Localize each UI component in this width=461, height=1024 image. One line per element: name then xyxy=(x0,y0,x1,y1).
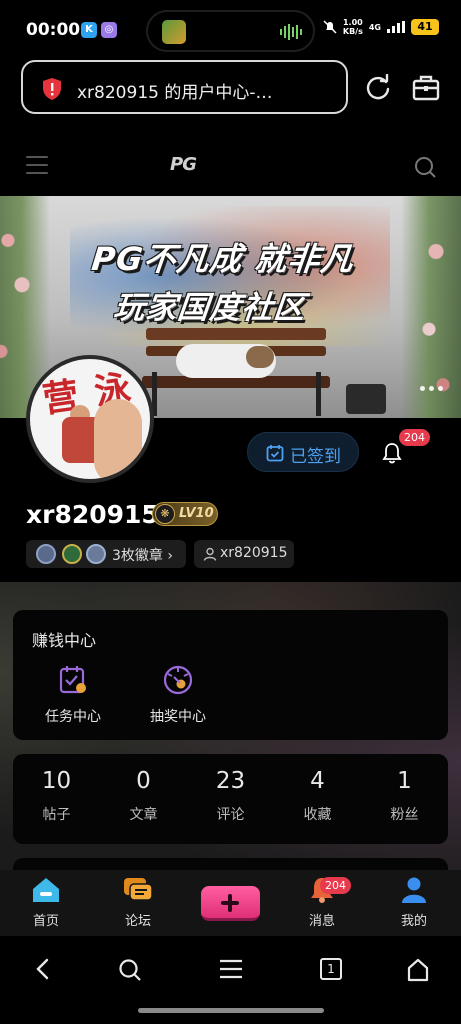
site-logo[interactable]: PG xyxy=(170,154,197,175)
back-icon[interactable] xyxy=(34,958,52,980)
banner-slogan-1: PG不凡成 就非凡 xyxy=(89,240,356,278)
badges-button[interactable]: 3枚徽章 › xyxy=(26,540,186,568)
tab-forum-label: 论坛 xyxy=(124,914,151,929)
task-center-button[interactable]: 任务中心 xyxy=(23,664,123,726)
media-app-icon xyxy=(162,20,186,44)
task-icon xyxy=(59,666,86,694)
avatar[interactable]: 营 泳 xyxy=(26,355,154,483)
level-badge[interactable]: ❋ LV10 xyxy=(152,502,218,526)
more-dots-icon[interactable] xyxy=(420,386,443,391)
signed-in-label: 已签到 xyxy=(290,447,341,467)
avatar-foot xyxy=(94,399,142,479)
tab-messages-label: 消息 xyxy=(308,914,335,929)
stat-comments[interactable]: 23 评论 xyxy=(187,768,274,824)
banner-slogan-2: 玩家国度社区 xyxy=(111,290,308,326)
page-title[interactable]: xr820915 的用户中心-… xyxy=(77,78,337,103)
earn-center-title: 赚钱中心 xyxy=(32,631,97,650)
tab-me[interactable]: 我的 xyxy=(379,876,449,929)
stat-label: 收藏 xyxy=(303,807,332,823)
home-icon xyxy=(33,878,59,902)
forum-icon xyxy=(124,878,153,901)
status-time: 00:00 xyxy=(26,20,81,40)
badges-label: 3枚徽章 › xyxy=(112,548,173,564)
message-badge: 204 xyxy=(320,877,351,894)
notification-badge: 204 xyxy=(399,429,430,446)
badge-icon-1 xyxy=(36,544,56,564)
battery-indicator: 41 xyxy=(411,19,439,35)
username: xr820915 xyxy=(26,500,159,529)
dynamic-island[interactable] xyxy=(146,10,315,52)
toolbox-icon[interactable] xyxy=(412,74,440,102)
tabs-switcher-button[interactable]: 1 xyxy=(320,958,342,980)
task-center-label: 任务中心 xyxy=(45,709,101,725)
network-type: 4G xyxy=(368,22,381,32)
search-icon[interactable] xyxy=(414,156,436,178)
lottery-icon xyxy=(163,665,193,695)
cat-marking xyxy=(246,346,274,368)
stat-value: 1 xyxy=(397,768,412,794)
menu-icon[interactable] xyxy=(26,156,48,180)
home-icon[interactable] xyxy=(406,958,430,982)
user-icon xyxy=(402,877,426,903)
stat-value: 0 xyxy=(136,768,151,794)
reload-icon[interactable] xyxy=(364,74,392,102)
stat-value: 23 xyxy=(215,768,246,794)
badge-icon-2 xyxy=(62,544,82,564)
lottery-center-button[interactable]: 抽奖中心 xyxy=(128,664,228,726)
plus-icon xyxy=(221,894,239,912)
app-notification-icon: K xyxy=(81,22,97,38)
tab-home[interactable]: 首页 xyxy=(11,876,81,929)
level-emblem-icon: ❋ xyxy=(155,504,175,524)
tabs-count: 1 xyxy=(327,962,335,976)
badge-icon-3 xyxy=(86,544,106,564)
stat-followers[interactable]: 1 粉丝 xyxy=(361,768,448,824)
calendar-check-icon xyxy=(266,445,284,462)
stat-posts[interactable]: 10 帖子 xyxy=(13,768,100,824)
menu-icon[interactable] xyxy=(219,958,243,980)
account-id-label: xr820915 xyxy=(220,545,288,561)
stat-value: 4 xyxy=(310,768,325,794)
signed-in-button[interactable]: 已签到 xyxy=(247,432,359,472)
site-header: PG xyxy=(0,140,461,196)
mute-icon xyxy=(323,20,337,34)
tab-me-label: 我的 xyxy=(400,914,427,929)
stats-card: 10 帖子 0 文章 23 评论 4 收藏 1 粉丝 xyxy=(13,754,448,844)
shield-warning-icon[interactable] xyxy=(41,77,63,101)
search-icon[interactable] xyxy=(118,958,142,982)
stat-articles[interactable]: 0 文章 xyxy=(100,768,187,824)
user-outline-icon xyxy=(203,547,217,561)
address-bar[interactable]: xr820915 的用户中心-… xyxy=(21,60,348,114)
account-id-chip[interactable]: xr820915 xyxy=(194,540,294,568)
earn-center-card: 赚钱中心 任务中心 抽奖中心 xyxy=(13,610,448,740)
bag-image xyxy=(346,384,386,414)
audio-wave-icon xyxy=(280,24,302,40)
status-indicators: 1.00 KB/s 4G 41 xyxy=(323,18,439,36)
signal-icon xyxy=(387,21,405,33)
level-label: LV10 xyxy=(179,506,214,521)
notification-bell-icon[interactable] xyxy=(382,442,402,464)
tab-publish-button[interactable] xyxy=(201,886,260,921)
stat-label: 文章 xyxy=(129,807,158,823)
tab-forum[interactable]: 论坛 xyxy=(103,876,173,929)
stat-label: 评论 xyxy=(216,807,245,823)
stat-label: 帖子 xyxy=(42,807,71,823)
gesture-bar[interactable] xyxy=(138,1008,324,1013)
stat-value: 10 xyxy=(41,768,72,794)
tab-home-label: 首页 xyxy=(32,914,59,929)
lottery-center-label: 抽奖中心 xyxy=(150,709,206,725)
flowers-right xyxy=(401,196,461,418)
stat-label: 粉丝 xyxy=(390,807,419,823)
net-speed: 1.00 KB/s xyxy=(342,18,363,36)
status-bar: 00:00 K ◎ 1.00 KB/s 4G 41 xyxy=(0,0,461,56)
stat-favorites[interactable]: 4 收藏 xyxy=(274,768,361,824)
app-notification-icon-2: ◎ xyxy=(101,22,117,38)
